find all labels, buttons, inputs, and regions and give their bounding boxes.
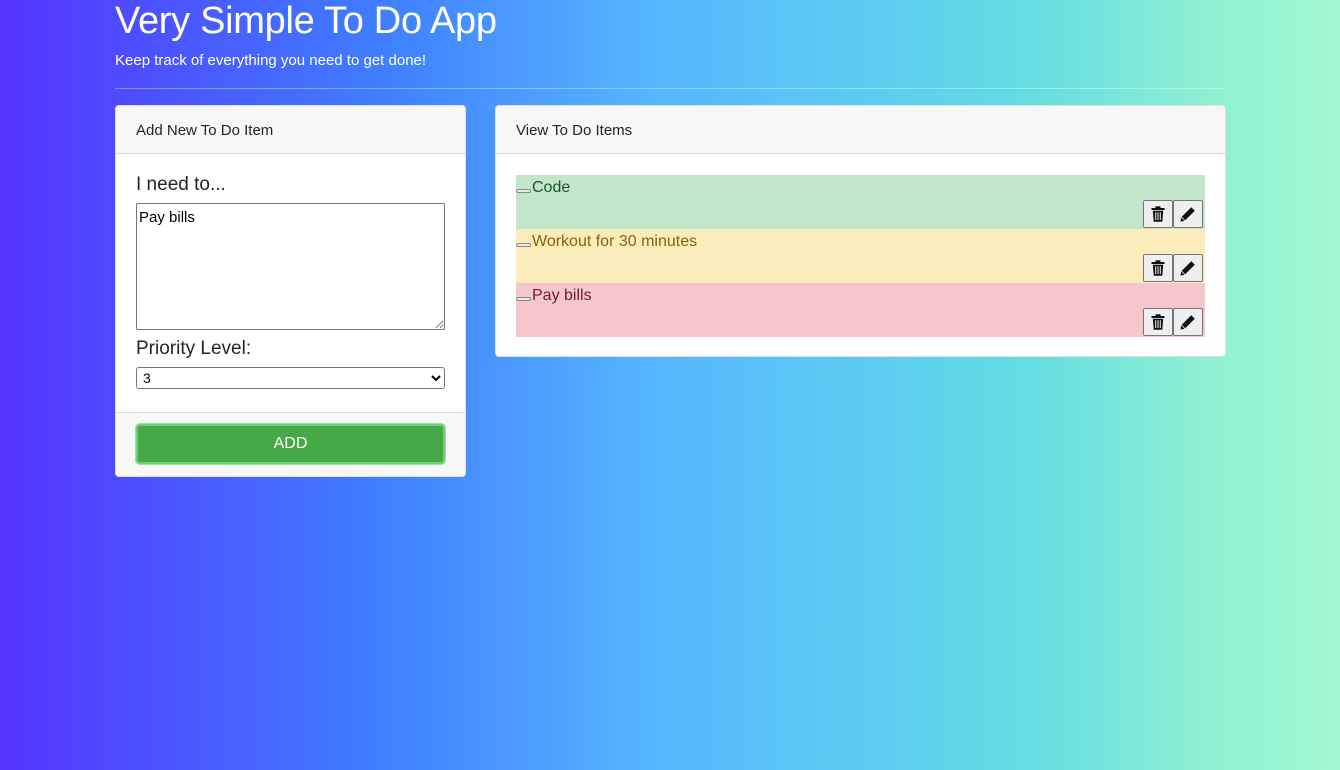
priority-label: Priority Level: [136, 338, 252, 359]
todo-checkbox[interactable] [516, 189, 531, 193]
header-divider [115, 88, 1226, 89]
trash-icon [1151, 260, 1165, 276]
todo-text-input[interactable]: Pay bills [136, 203, 445, 330]
delete-button[interactable] [1143, 308, 1173, 336]
todo-list: Code Workout for 30 minutes Pay bills [516, 175, 1205, 337]
page-subtitle: Keep track of everything you need to get… [115, 52, 427, 69]
trash-icon [1151, 206, 1165, 222]
add-todo-card-footer: ADD [116, 412, 465, 476]
add-todo-card-header: Add New To Do Item [116, 106, 465, 154]
todo-item: Code [516, 175, 1205, 229]
page-title: Very Simple To Do App [115, 0, 497, 42]
delete-button[interactable] [1143, 254, 1173, 282]
todo-item: Workout for 30 minutes [516, 229, 1205, 283]
view-todo-card-header: View To Do Items [496, 106, 1225, 154]
todo-item-text: Workout for 30 minutes [532, 233, 698, 250]
delete-button[interactable] [1143, 200, 1173, 228]
add-todo-card: Add New To Do Item I need to... Pay bill… [115, 105, 466, 477]
add-button[interactable]: ADD [136, 424, 445, 464]
edit-button[interactable] [1173, 200, 1203, 228]
add-todo-form: I need to... Pay bills Priority Level: 3 [116, 154, 465, 389]
trash-icon [1151, 314, 1165, 330]
todo-checkbox[interactable] [516, 243, 531, 247]
todo-item-text: Code [532, 179, 571, 196]
pencil-icon [1180, 261, 1195, 276]
todo-item: Pay bills [516, 283, 1205, 337]
view-todo-card: View To Do Items Code Workout for 30 min… [495, 105, 1226, 357]
todo-item-text: Pay bills [532, 287, 592, 304]
pencil-icon [1180, 315, 1195, 330]
edit-button[interactable] [1173, 308, 1203, 336]
todo-checkbox[interactable] [516, 297, 531, 301]
edit-button[interactable] [1173, 254, 1203, 282]
todo-text-label: I need to... [136, 174, 226, 195]
priority-select[interactable]: 3 [136, 367, 445, 389]
pencil-icon [1180, 207, 1195, 222]
